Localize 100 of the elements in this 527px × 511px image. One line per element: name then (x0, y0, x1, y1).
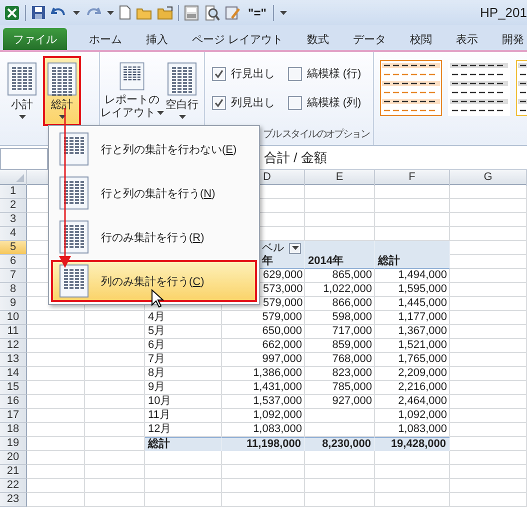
row-header[interactable]: 20 (0, 451, 27, 465)
excel-logo-icon[interactable] (4, 4, 20, 20)
caret-icon (59, 115, 66, 120)
checkbox[interactable] (288, 96, 302, 110)
menu-item[interactable]: 行と列の集計を行う(N) (51, 172, 257, 214)
checkbox[interactable] (288, 66, 302, 80)
formula-button[interactable]: "=" (246, 6, 268, 20)
table-cell: 総計 (375, 255, 450, 269)
ribbon-tab[interactable]: データ (351, 28, 388, 50)
table-cell-text: 11月 (147, 409, 172, 423)
magnifier-icon[interactable] (204, 4, 220, 20)
caret-icon (73, 10, 80, 14)
table-icon (7, 62, 37, 96)
row-header[interactable]: 17 (0, 409, 27, 423)
row-header[interactable]: 19 (0, 437, 27, 451)
checkbox[interactable] (212, 96, 226, 110)
table-cell: 2014年 (305, 255, 375, 269)
row-header[interactable]: 14 (0, 367, 27, 381)
checkbox-option[interactable]: 列見出し (212, 95, 280, 110)
ribbon-tab[interactable]: ファイル (3, 28, 67, 50)
ribbon-tab[interactable]: ページ レイアウト (190, 28, 286, 50)
table-cell-text: 1,445,000 (397, 297, 448, 311)
menu-item[interactable]: 列のみ集計を行う(C) (51, 260, 257, 302)
table-cell-text: 785,000 (331, 381, 373, 395)
table-cell-text: 1,022,000 (322, 283, 373, 297)
table-cell: 19,428,000 (375, 437, 450, 451)
ribbon-button[interactable]: 総計 (43, 56, 81, 126)
checkbox-option[interactable]: 縞模様 (行) (288, 66, 366, 81)
calculator-icon[interactable] (184, 4, 199, 20)
column-header[interactable]: F (375, 170, 450, 186)
row-header[interactable]: 3 (0, 213, 27, 227)
save-icon[interactable] (31, 5, 46, 20)
table-icon (59, 264, 89, 298)
ribbon-button[interactable]: レポートの レイアウト (103, 56, 161, 126)
caret-icon (19, 115, 26, 120)
ribbon-tab[interactable]: 開発 (500, 28, 526, 50)
row-header[interactable]: 16 (0, 395, 27, 409)
new-document-icon[interactable] (119, 5, 131, 20)
ribbon-button[interactable]: 小計 (3, 56, 41, 126)
table-cell: 11,198,000 (222, 437, 305, 451)
ribbon-tab[interactable]: 校閲 (408, 28, 434, 50)
table-cell-text: 768,000 (331, 353, 373, 367)
row-header[interactable]: 11 (0, 325, 27, 339)
row-header[interactable]: 1 (0, 185, 27, 199)
table-cell-text: 573,000 (262, 283, 304, 297)
table-cell-text: 6月 (147, 339, 166, 353)
row-header[interactable]: 5 (0, 241, 27, 255)
table-cell: 8,230,000 (305, 437, 375, 451)
row-header[interactable]: 23 (0, 493, 27, 507)
column-header[interactable]: E (305, 170, 375, 186)
row-header[interactable]: 12 (0, 339, 27, 353)
table-cell-text: 1,367,000 (397, 325, 448, 339)
column-label: ベル (262, 242, 284, 254)
row-header[interactable]: 9 (0, 297, 27, 311)
checkbox[interactable] (212, 66, 226, 80)
ribbon-tab[interactable]: 表示 (454, 28, 480, 50)
table-cell-text: 9月 (147, 381, 166, 395)
table-cell-text: 1,177,000 (397, 311, 448, 325)
row-header[interactable]: 13 (0, 353, 27, 367)
formula-field[interactable]: 合計 / 金額 (262, 146, 527, 169)
checkbox-option[interactable]: 縞模様 (列) (288, 95, 366, 110)
table-style-thumbnail[interactable] (380, 60, 442, 116)
table-cell-text: 8月 (147, 367, 166, 381)
table-cell: 年 (260, 255, 305, 269)
row-header[interactable]: 2 (0, 199, 27, 213)
table-cell-text: 866,000 (331, 297, 373, 311)
table-cell-text: 579,000 (261, 311, 303, 325)
ribbon-tab[interactable]: ホーム (87, 28, 124, 50)
table-icon (59, 132, 89, 166)
column-header[interactable]: G (450, 170, 527, 186)
menu-item[interactable]: 行のみ集計を行う(R) (51, 216, 257, 258)
table-cell-text: 2,216,000 (397, 381, 448, 395)
checkbox-option[interactable]: 行見出し (212, 66, 280, 81)
table-cell-text: 859,000 (331, 339, 373, 353)
table-cell-text: 1,494,000 (397, 269, 448, 283)
row-header[interactable]: 22 (0, 479, 27, 493)
row-header[interactable]: 21 (0, 465, 27, 479)
table-cell-text: 997,000 (261, 353, 303, 367)
row-header[interactable]: 18 (0, 423, 27, 437)
edit-icon[interactable] (225, 4, 241, 20)
caret-icon (107, 10, 114, 14)
ribbon-tab[interactable]: 数式 (305, 28, 332, 50)
table-icon (47, 62, 77, 96)
filter-dropdown[interactable] (289, 242, 301, 254)
table-cell-text: 865,000 (331, 269, 373, 283)
table-cell-text: 5月 (147, 325, 166, 339)
caret-icon (292, 246, 299, 250)
row-header[interactable]: 6 (0, 255, 27, 269)
ribbon-button[interactable]: 空白行 (163, 56, 201, 126)
row-header[interactable]: 7 (0, 269, 27, 283)
table-cell-text: 629,000 (262, 269, 304, 283)
table-cell-text: 1,083,000 (252, 423, 303, 437)
table-cell-text: 10月 (147, 395, 172, 409)
ribbon-tab[interactable]: 挿入 (144, 28, 170, 50)
row-header[interactable]: 4 (0, 227, 27, 241)
row-header[interactable]: 10 (0, 311, 27, 325)
row-header[interactable]: 8 (0, 283, 27, 297)
row-header[interactable]: 15 (0, 381, 27, 395)
folder-icon[interactable] (157, 6, 173, 20)
menu-item[interactable]: 行と列の集計を行わない(E) (51, 128, 257, 170)
